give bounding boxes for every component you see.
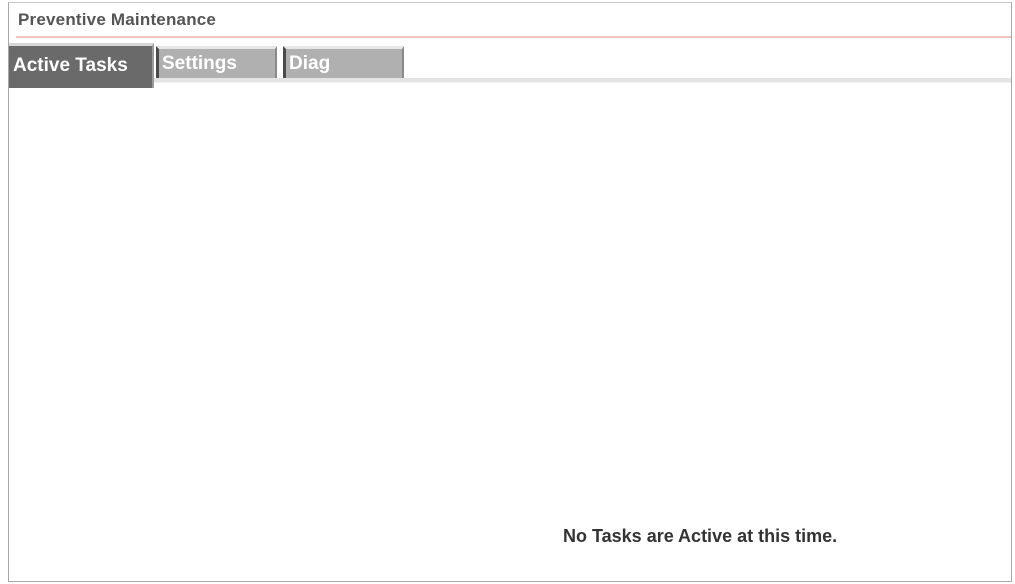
tab-content-area: No Tasks are Active at this time. [9,90,1011,581]
tab-bar: Active Tasks Settings Diag [9,43,1011,90]
title-bar: Preventive Maintenance [9,3,1011,35]
empty-state-message: No Tasks are Active at this time. [563,526,838,546]
maintenance-panel: Preventive Maintenance Active Tasks Sett… [8,2,1012,582]
tab-active-tasks[interactable]: Active Tasks [9,43,154,88]
tab-diag[interactable]: Diag [283,46,404,78]
title-divider [16,36,1011,38]
tab-settings[interactable]: Settings [156,46,277,78]
page-title: Preventive Maintenance [18,10,217,29]
tab-bar-divider [154,78,1011,83]
